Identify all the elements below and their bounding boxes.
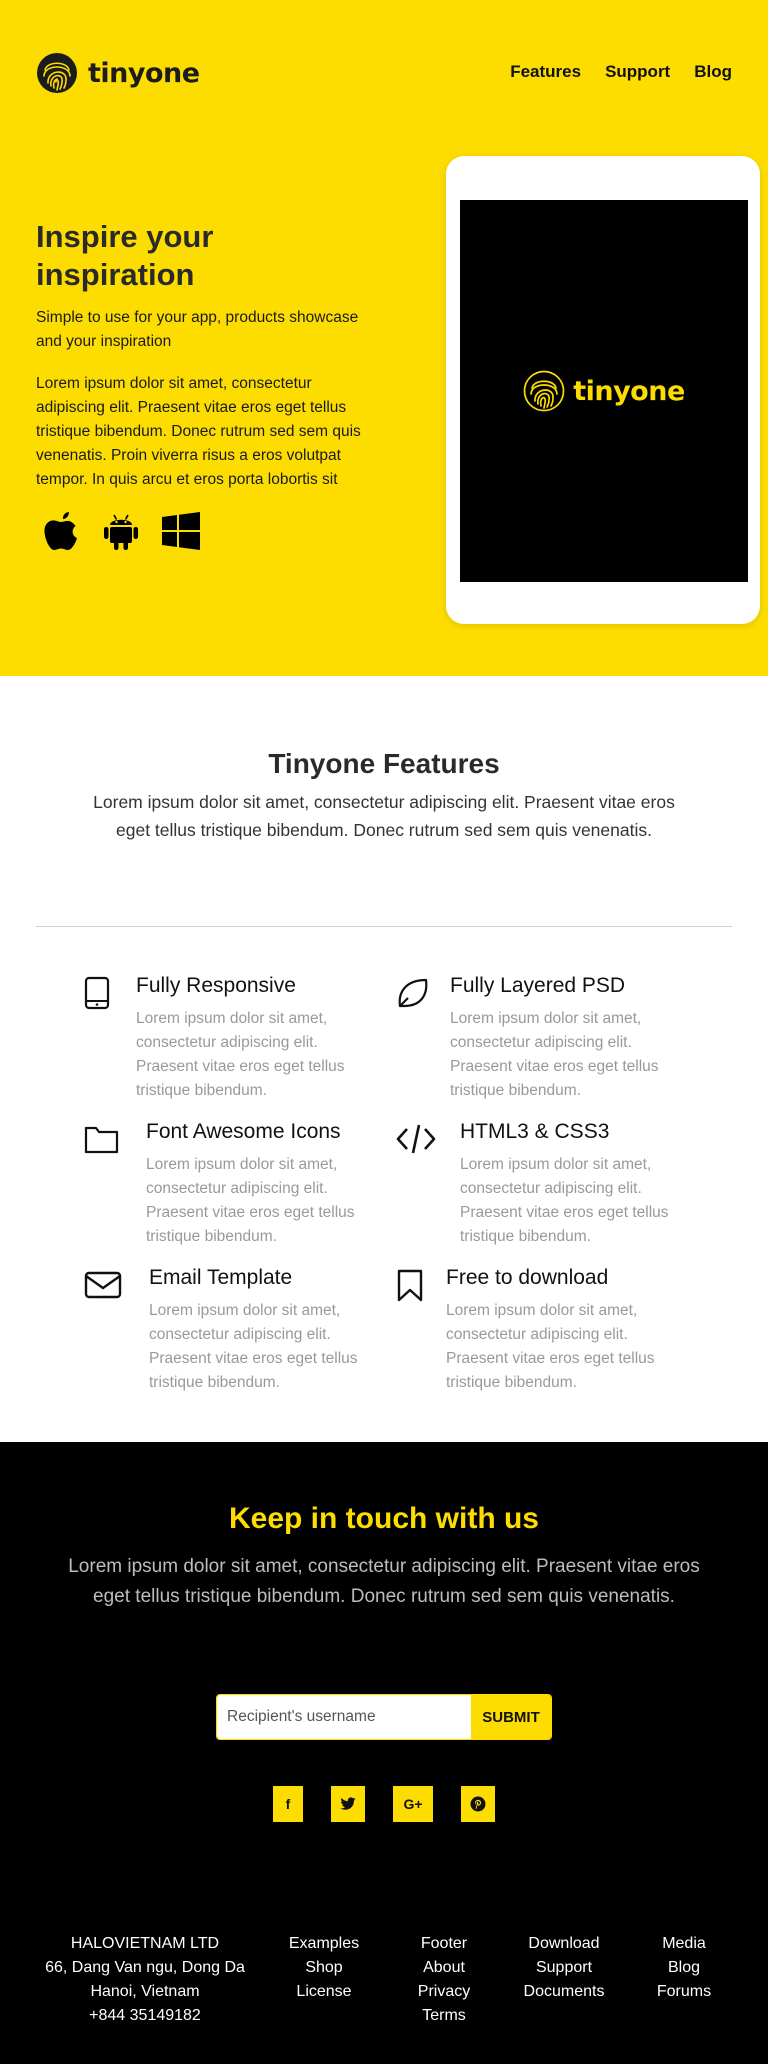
feature-desc: Lorem ipsum dolor sit amet, consectetur … [460,1156,669,1245]
brand-name: tinyone [88,57,200,89]
contact-section: Keep in touch with us Lorem ipsum dolor … [0,1442,768,2064]
folder-icon [84,1126,119,1154]
nav-item-blog[interactable]: Blog [694,62,732,82]
envelope-icon [84,1271,122,1299]
subscribe-form: SUBMIT [216,1694,552,1740]
device-logo-text: tinyone [573,375,685,407]
hero-section: tinyone Features Support Blog Inspire yo… [0,0,768,676]
code-icon [396,1124,436,1154]
tablet-icon [84,976,110,1010]
hero-body: Lorem ipsum dolor sit amet, consectetur … [36,375,361,488]
fingerprint-icon [523,370,565,412]
footer-link-about[interactable]: About [394,1956,494,1980]
company-phone: +844 35149182 [89,2007,201,2024]
footer-col-2: Footer About Privacy Terms [394,1932,494,2028]
feature-title: Email Template [149,1266,293,1289]
feature-desc: Lorem ipsum dolor sit amet, consectetur … [450,1010,659,1099]
features-title: Tinyone Features [268,748,500,779]
facebook-icon[interactable]: f [273,1786,303,1822]
device-screen-logo: tinyone [523,370,685,412]
submit-button[interactable]: SUBMIT [471,1695,551,1739]
apple-icon[interactable] [40,508,82,554]
footer-link-support[interactable]: Support [514,1956,614,1980]
android-icon[interactable] [100,508,142,554]
company-city: Hanoi, Vietnam [90,1983,200,2000]
platform-links [40,508,202,554]
leaf-icon [398,978,428,1008]
bookmark-icon [397,1269,423,1302]
footer-company: HALOVIETNAM LTD 66, Dang Van ngu, Dong D… [40,1932,250,2028]
footer-col-3: Download Support Documents [514,1932,614,2004]
hero-subtitle: Simple to use for your app, products sho… [36,309,359,350]
feature-title: Fully Layered PSD [450,974,626,997]
nav-item-support[interactable]: Support [605,62,670,82]
contact-title: Keep in touch with us [228,1502,539,1535]
social-links: f G+ [0,1786,768,1822]
company-address: 66, Dang Van ngu, Dong Da [45,1959,245,1976]
footer-link-privacy[interactable]: Privacy [394,1980,494,2004]
brand-logo[interactable]: tinyone [36,52,200,94]
footer-link-footer[interactable]: Footer [394,1932,494,1956]
google-plus-icon[interactable]: G+ [393,1786,433,1822]
fingerprint-icon [37,53,77,93]
footer-col-4: Media Blog Forums [634,1932,734,2004]
twitter-icon[interactable] [331,1786,365,1822]
feature-title: HTML3 & CSS3 [460,1120,610,1143]
feature-desc: Lorem ipsum dolor sit amet, consectetur … [446,1302,655,1391]
pinterest-icon[interactable] [461,1786,495,1822]
company-name: HALOVIETNAM LTD [70,1935,220,1952]
divider [36,926,732,927]
main-nav: Features Support Blog [510,62,732,82]
windows-icon[interactable] [160,508,202,554]
username-input[interactable] [217,1695,471,1739]
features-section: Tinyone Features Lorem ipsum dolor sit a… [0,676,768,1442]
footer-link-license[interactable]: License [274,1980,374,2004]
feature-title: Fully Responsive [136,974,296,997]
feature-desc: Lorem ipsum dolor sit amet, consectetur … [136,1010,345,1099]
feature-desc: Lorem ipsum dolor sit amet, consectetur … [146,1156,355,1245]
feature-title: Free to download [446,1266,609,1289]
nav-item-features[interactable]: Features [510,62,581,82]
footer-link-shop[interactable]: Shop [274,1956,374,1980]
contact-text: Lorem ipsum dolor sit amet, consectetur … [68,1556,700,1607]
footer-link-examples[interactable]: Examples [274,1932,374,1956]
device-mockup: tinyone [446,156,760,624]
feature-title: Font Awesome Icons [146,1120,341,1143]
footer-link-download[interactable]: Download [514,1932,614,1956]
footer-col-1: Examples Shop License [274,1932,374,2004]
device-screen: tinyone [460,200,748,582]
features-intro: Lorem ipsum dolor sit amet, consectetur … [93,792,675,840]
footer-link-terms[interactable]: Terms [394,2004,494,2028]
footer-link-blog[interactable]: Blog [634,1956,734,1980]
footer-link-media[interactable]: Media [634,1932,734,1956]
footer-link-forums[interactable]: Forums [634,1980,734,2004]
hero-text: Inspire your inspiration Simple to use f… [36,218,376,492]
feature-desc: Lorem ipsum dolor sit amet, consectetur … [149,1302,358,1391]
hero-title: Inspire your inspiration [36,219,214,292]
footer-link-documents[interactable]: Documents [514,1980,614,2004]
